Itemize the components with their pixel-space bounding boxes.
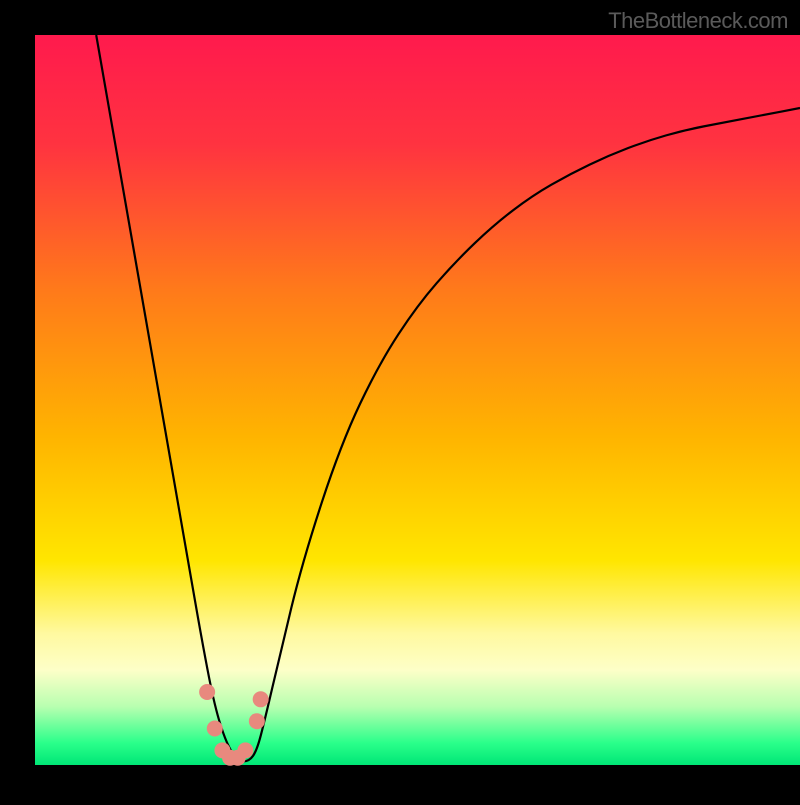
bottleneck-chart — [0, 0, 800, 800]
watermark-text: TheBottleneck.com — [608, 8, 788, 34]
chart-gradient-bg — [35, 35, 800, 765]
marker-dot — [237, 742, 253, 758]
marker-dot — [207, 721, 223, 737]
chart-svg — [0, 0, 800, 800]
marker-dot — [253, 691, 269, 707]
marker-dot — [199, 684, 215, 700]
marker-dot — [249, 713, 265, 729]
